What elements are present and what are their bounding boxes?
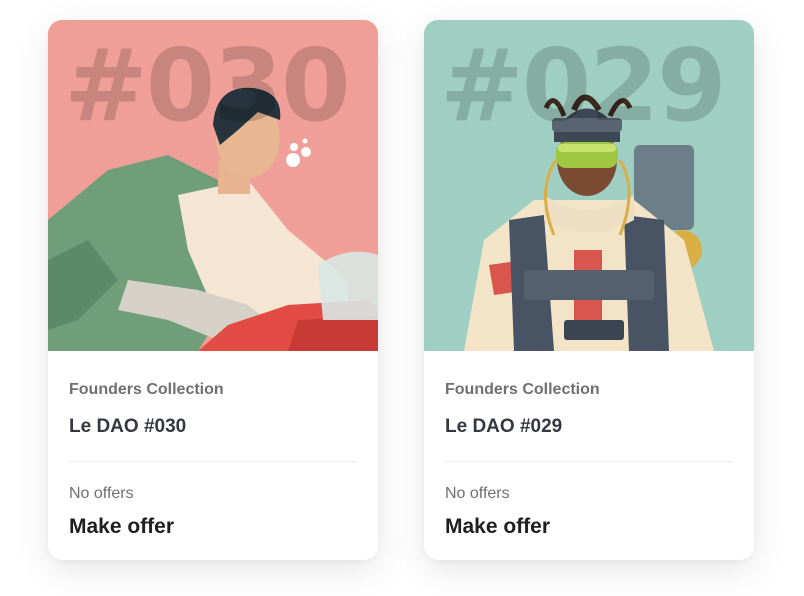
nft-card-grid: #030 Founders Collection Le DAO #030 No … (0, 0, 804, 596)
nft-card[interactable]: #029 Founders Collection Le DAO #029 No … (424, 20, 754, 560)
card-info: Founders Collection Le DAO #029 No offer… (424, 381, 754, 539)
make-offer-button[interactable]: Make offer (445, 515, 550, 539)
item-name[interactable]: Le DAO #029 (445, 416, 562, 438)
nft-artwork[interactable]: #030 (48, 20, 378, 351)
card-info: Founders Collection Le DAO #030 No offer… (48, 381, 378, 539)
artwork-number-watermark: #030 (64, 27, 351, 144)
nft-card[interactable]: #030 Founders Collection Le DAO #030 No … (48, 20, 378, 560)
card-divider (69, 461, 357, 462)
collection-name[interactable]: Founders Collection (69, 381, 357, 399)
make-offer-button[interactable]: Make offer (69, 515, 174, 539)
nft-artwork[interactable]: #029 (424, 20, 754, 351)
item-name[interactable]: Le DAO #030 (69, 416, 186, 438)
card-divider (445, 461, 733, 462)
offers-status: No offers (69, 485, 134, 502)
offers-status: No offers (445, 485, 510, 502)
collection-name[interactable]: Founders Collection (445, 381, 733, 399)
artwork-number-watermark: #029 (440, 27, 727, 144)
